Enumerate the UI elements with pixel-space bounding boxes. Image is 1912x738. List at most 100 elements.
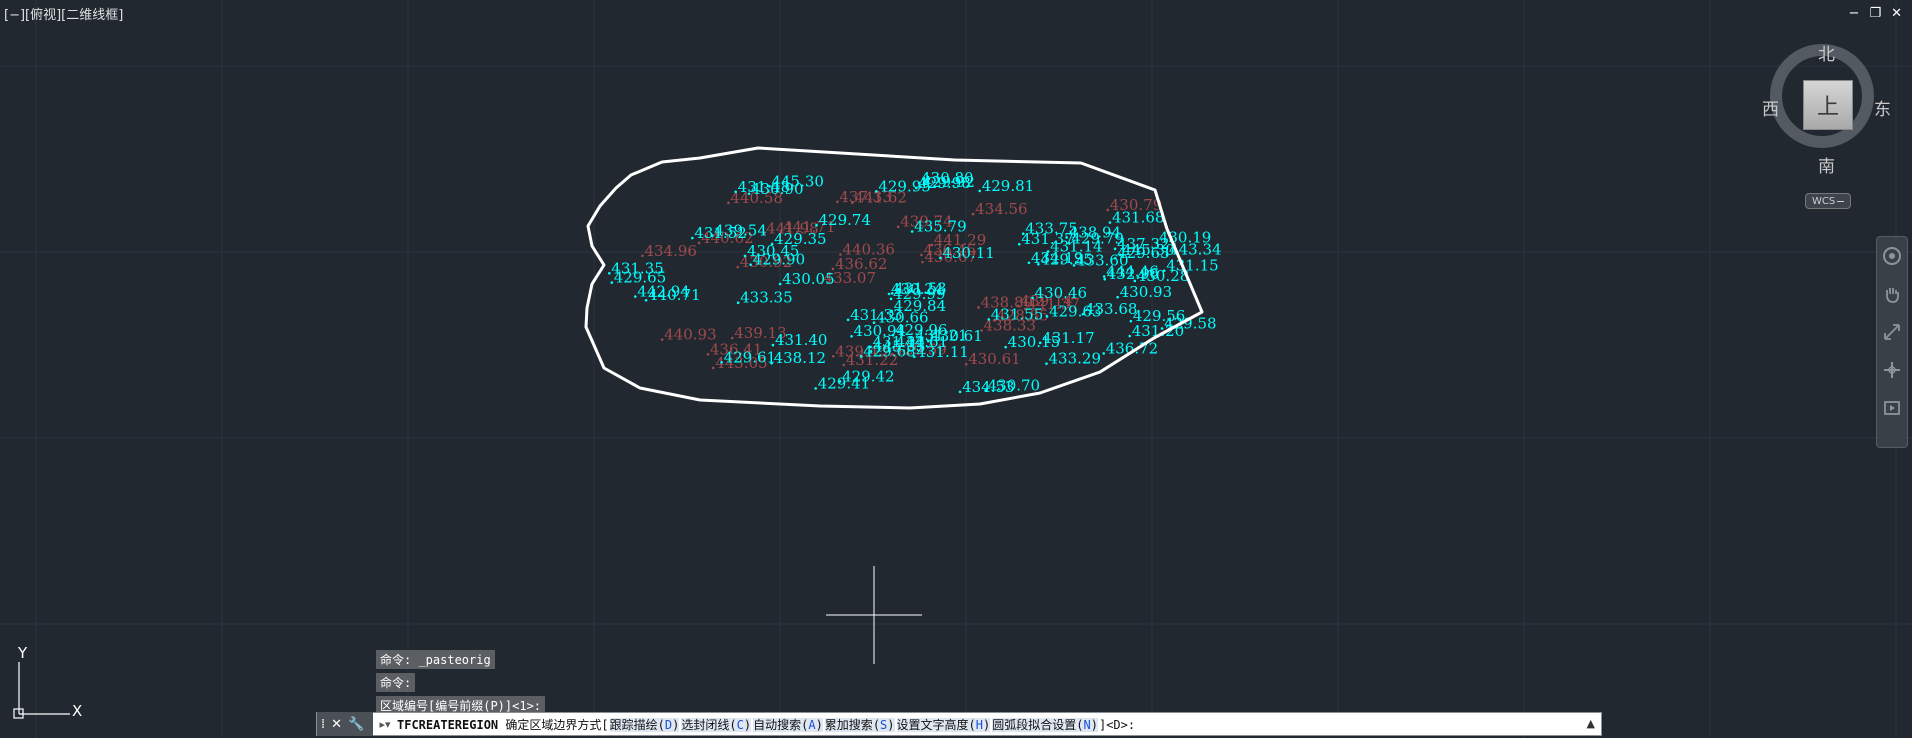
elevation-point-marker (1017, 242, 1021, 246)
elevation-label: 431.55 (991, 305, 1043, 323)
elevation-label: 430.66 (876, 309, 929, 327)
elevation-point-marker (832, 354, 835, 358)
elevation-label: 430.45 (747, 242, 800, 260)
elevation-point-marker (641, 254, 644, 258)
elevation-point-marker (1045, 315, 1049, 318)
elevation-label: 431.40 (775, 331, 828, 349)
option-text-height[interactable]: 设置文字高度(H) (896, 717, 991, 732)
grip-icon[interactable]: ⁞ (321, 717, 325, 732)
viewcube[interactable]: 北 南 东 西 上 (1762, 40, 1891, 177)
elevation-point-marker (815, 223, 818, 227)
elevation-label: 430.61 (930, 327, 983, 345)
history-line: 命令: _pasteorig (376, 650, 495, 669)
wcs-dropdown[interactable]: WCS (1805, 193, 1851, 209)
drawing-canvas[interactable]: 434.96433.07434.56437.33439.74440.93441.… (0, 0, 1912, 738)
elevation-point-marker (610, 281, 614, 284)
command-prompt-text: 确定区域边界方式 (505, 717, 602, 732)
orbit-icon[interactable] (1877, 351, 1907, 389)
option-key: N (1083, 717, 1091, 732)
command-input[interactable]: TFCREATEREGION 确定区域边界方式[跟踪描绘(D) 选封闭线(C) 自动… (397, 716, 1135, 733)
elevation-label: 431.68 (1112, 209, 1165, 227)
ucs-y-label: Y (18, 644, 28, 662)
elevation-point-marker (926, 339, 930, 343)
command-history: 命令: _pasteorig 命令: 区域编号[编号前缀(P)]<1>: (376, 650, 546, 719)
elevation-point-marker (727, 201, 730, 205)
navigation-bar (1876, 236, 1908, 448)
elevation-point-marker (1113, 247, 1117, 251)
option-arc-fit[interactable]: 圆弧段拟合设置(N) (992, 717, 1098, 732)
showmotion-icon[interactable] (1877, 389, 1907, 427)
elevation-point-marker (917, 181, 921, 185)
elevation-point-marker (1102, 275, 1106, 278)
elevation-point-marker (889, 297, 893, 301)
viewcube-top-face[interactable]: 上 (1803, 80, 1853, 130)
command-name: TFCREATEREGION (397, 717, 499, 732)
elevation-point-marker (1045, 362, 1048, 365)
elevation-point-marker (938, 256, 942, 260)
elevation-label: 433.29 (1049, 350, 1102, 368)
option-closed-line[interactable]: 选封闭线(C) (681, 717, 752, 732)
elevation-label: 430.93 (1120, 283, 1173, 301)
elevation-point-marker (1102, 352, 1106, 355)
option-auto-search[interactable]: 自动搜索(A) (753, 717, 823, 732)
elevation-label: 429.81 (982, 177, 1035, 195)
elevation-point-marker (1155, 241, 1159, 245)
elevation-label: 440.36 (842, 241, 895, 259)
history-expand-icon[interactable]: ▲ (1587, 717, 1595, 730)
elevation-label: 440.71 (648, 286, 701, 304)
elevation-point-marker (814, 387, 817, 390)
close-icon[interactable]: ✕ (1891, 6, 1902, 22)
elevation-point-marker (915, 186, 918, 190)
viewport-label[interactable]: [−][俯视][二维线框] (4, 4, 123, 23)
elevation-point-marker (736, 301, 740, 305)
elevation-point-marker (892, 345, 895, 349)
elevation-point-marker (987, 318, 991, 321)
option-key: C (736, 717, 744, 732)
option-cumulative-search[interactable]: 累加搜索(S) (824, 717, 895, 732)
compass-east[interactable]: 东 (1874, 95, 1891, 120)
elevation-point-marker (771, 343, 775, 347)
elevation-point-marker (1103, 277, 1107, 281)
compass-west[interactable]: 西 (1762, 95, 1779, 120)
elevation-label: 429.63 (1117, 244, 1170, 262)
elevation-point-marker (1116, 295, 1119, 299)
restore-icon[interactable]: ❐ (1869, 6, 1881, 22)
option-key: A (808, 717, 816, 732)
option-key: S (880, 717, 888, 732)
history-line: 命令: (376, 673, 416, 692)
command-prompt-icon[interactable]: ▸▾ (373, 718, 397, 731)
elevation-point-marker (1128, 334, 1132, 338)
elevation-point-marker (734, 190, 737, 194)
elevation-label: 433.35 (740, 289, 793, 307)
elevation-point-marker (608, 272, 611, 275)
elevation-point-marker (875, 190, 878, 193)
option-trace[interactable]: 跟踪描绘(D) (609, 717, 680, 732)
compass-north[interactable]: 北 (1818, 40, 1835, 65)
elevation-point-marker (850, 334, 853, 338)
viewcube-face-label: 上 (1816, 95, 1839, 120)
elevation-label: 429.61 (724, 348, 777, 366)
close-command-icon[interactable]: ✕ (331, 717, 342, 732)
viewport-window-controls: − ❐ ✕ (1849, 6, 1902, 22)
pan-hand-icon[interactable] (1877, 275, 1907, 313)
elevation-label: 430.11 (942, 244, 995, 262)
elevation-point-marker (1027, 261, 1031, 265)
elevation-point-marker (691, 236, 694, 240)
elevation-point-marker (743, 254, 747, 258)
zoom-icon[interactable] (1877, 313, 1907, 351)
steering-wheel-icon[interactable] (1877, 237, 1907, 275)
elevation-point-marker (838, 380, 842, 383)
command-line[interactable]: ⁞ ✕ 🔧 ▸▾ TFCREATEREGION 确定区域边界方式[跟踪描绘(D)… (316, 712, 1602, 736)
elevation-point-marker (887, 292, 891, 296)
elevation-point-marker (846, 318, 850, 322)
elevation-point-marker (839, 253, 842, 256)
customize-wrench-icon[interactable]: 🔧 (348, 717, 364, 732)
elevation-label: 431.52 (694, 224, 747, 242)
elevation-point-marker (747, 192, 751, 196)
compass-south[interactable]: 南 (1818, 152, 1835, 177)
option-key: D (664, 717, 673, 732)
elevation-point-marker (896, 225, 900, 229)
minimize-icon[interactable]: − (1849, 6, 1860, 22)
command-line-tools: ⁞ ✕ 🔧 (317, 712, 373, 736)
elevation-point-marker (749, 263, 752, 266)
